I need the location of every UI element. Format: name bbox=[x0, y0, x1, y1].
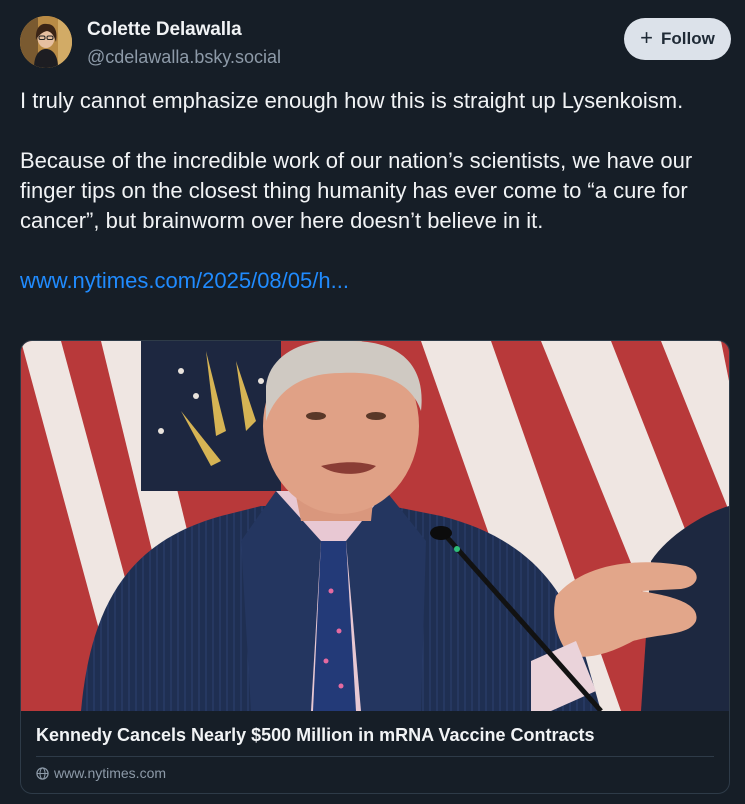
avatar[interactable] bbox=[20, 16, 72, 68]
follow-button[interactable]: + Follow bbox=[624, 18, 731, 60]
link-card-title: Kennedy Cancels Nearly $500 Million in m… bbox=[36, 725, 595, 745]
link-card[interactable]: Kennedy Cancels Nearly $500 Million in m… bbox=[20, 340, 730, 794]
link-card-domain-text: www.nytimes.com bbox=[54, 765, 167, 781]
link-card-image bbox=[21, 341, 729, 711]
post: Colette Delawalla @cdelawalla.bsky.socia… bbox=[0, 0, 745, 804]
avatar-image bbox=[20, 16, 72, 68]
author-display-name[interactable]: Colette Delawalla bbox=[87, 18, 281, 42]
author-names: Colette Delawalla @cdelawalla.bsky.socia… bbox=[87, 18, 281, 69]
post-text: I truly cannot emphasize enough how this… bbox=[20, 86, 732, 326]
plus-icon: + bbox=[640, 25, 654, 50]
post-paragraph-1: I truly cannot emphasize enough how this… bbox=[20, 88, 684, 113]
post-paragraph-2: Because of the incredible work of our na… bbox=[20, 148, 693, 233]
post-header: Colette Delawalla @cdelawalla.bsky.socia… bbox=[20, 16, 731, 72]
post-link[interactable]: www.nytimes.com/2025/08/05/h... bbox=[20, 268, 349, 293]
link-card-divider bbox=[36, 756, 714, 757]
author-handle[interactable]: @cdelawalla.bsky.social bbox=[87, 45, 281, 69]
link-card-domain: www.nytimes.com bbox=[36, 765, 166, 781]
follow-button-label: Follow bbox=[661, 29, 715, 48]
globe-icon bbox=[36, 766, 49, 780]
news-photo bbox=[21, 341, 729, 711]
